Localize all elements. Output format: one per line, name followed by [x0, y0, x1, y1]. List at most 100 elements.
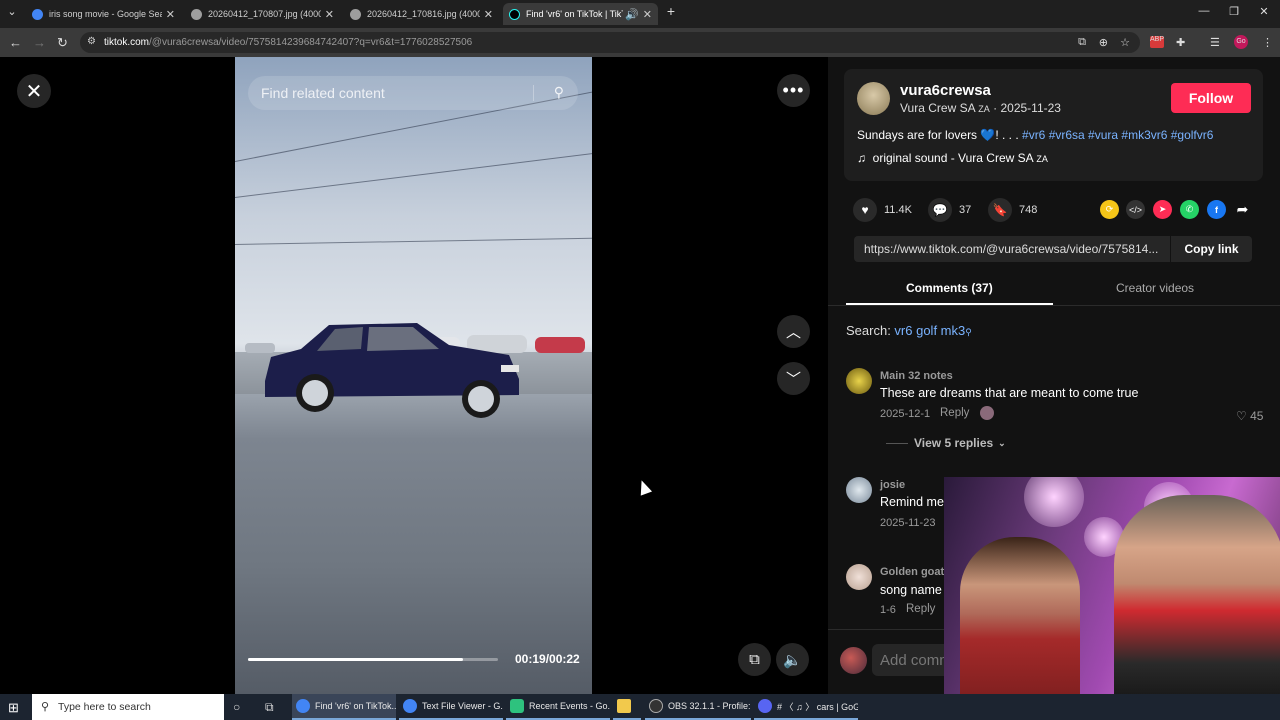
sound-link[interactable]: ♫ original sound - Vura Crew SA ZA: [857, 151, 1048, 165]
reading-list-icon[interactable]: ☰: [1210, 36, 1220, 49]
comment-avatar[interactable]: [846, 564, 872, 590]
reload-icon[interactable]: ↻: [57, 35, 68, 51]
address-host: tiktok.com: [104, 37, 150, 48]
cortana-icon[interactable]: ○: [233, 700, 240, 714]
address-path: /@vura6crewsa/video/7575814239684742407?…: [149, 37, 473, 48]
creator-avatar[interactable]: [857, 82, 890, 115]
browser-tab-google[interactable]: iris song movie - Google Search ✕: [26, 3, 181, 25]
bookmark-star-icon[interactable]: ☆: [1120, 36, 1130, 49]
comment-date: 2025-12-1: [880, 408, 931, 420]
reply-button[interactable]: Reply: [906, 603, 935, 615]
comment-bubble-icon: 💬: [928, 198, 952, 222]
site-info-icon[interactable]: ⚙: [87, 36, 96, 47]
share-url[interactable]: https://www.tiktok.com/@vura6crewsa/vide…: [864, 242, 1164, 256]
close-tab-icon[interactable]: ✕: [325, 8, 334, 21]
windows-start-icon[interactable]: ⊞: [8, 700, 19, 716]
creator-username[interactable]: vura6crewsa: [900, 82, 991, 99]
comment-author[interactable]: Golden goat: [880, 566, 944, 578]
comment-author[interactable]: Main 32 notes: [880, 370, 953, 382]
close-window-icon[interactable]: ✕: [1252, 5, 1276, 18]
facebook-icon[interactable]: f: [1207, 200, 1226, 219]
whatsapp-icon[interactable]: ✆: [1180, 200, 1199, 219]
comment-avatar[interactable]: [846, 477, 872, 503]
view-replies-label: View 5 replies: [914, 436, 994, 450]
find-related-search-input[interactable]: Find related content ⚲: [248, 76, 578, 110]
repost-icon[interactable]: ⟳: [1100, 200, 1119, 219]
tab-search-chevron-icon[interactable]: ⌄: [0, 5, 24, 18]
zoom-icon[interactable]: ⊕: [1099, 36, 1108, 49]
taskbar-app-chrome-text[interactable]: Text File Viewer - G...: [399, 694, 503, 720]
install-app-icon[interactable]: ⧉: [1078, 36, 1086, 49]
profile-avatar-icon[interactable]: Go: [1234, 35, 1248, 49]
taskbar-app-label: Recent Events - Go...: [529, 701, 610, 711]
tab-comments[interactable]: Comments (37): [906, 281, 993, 295]
tab-label: Find 'vr6' on TikTok | TikTok: [526, 9, 623, 19]
video-progress-bar[interactable]: [248, 658, 498, 661]
video-player[interactable]: Find related content ⚲ 00:19/00:22: [235, 57, 592, 694]
comment-count: 37: [959, 204, 972, 216]
kebab-menu-icon[interactable]: ⋮: [1262, 36, 1273, 49]
browser-tab-image-2[interactable]: 20260412_170816.jpg (4000×2 ✕: [344, 3, 499, 25]
taskbar-search-input[interactable]: ⚲ Type here to search: [32, 694, 224, 720]
close-tab-icon[interactable]: ✕: [643, 8, 652, 21]
close-tab-icon[interactable]: ✕: [166, 8, 175, 21]
close-video-button[interactable]: ✕: [17, 74, 51, 108]
comment-like-button[interactable]: ♡ 45: [1236, 409, 1263, 423]
search-suggestion[interactable]: Search: vr6 golf mk3⚲: [846, 323, 972, 338]
tab-label: 20260412_170807.jpg (4000×2: [208, 9, 321, 19]
previous-video-button[interactable]: ︿: [777, 315, 810, 348]
back-arrow-icon[interactable]: ←: [9, 35, 22, 50]
search-prefix: Search:: [846, 323, 895, 338]
search-query: vr6 golf mk3: [894, 323, 966, 338]
address-bar[interactable]: ⚙ tiktok.com/@vura6crewsa/video/75758142…: [80, 32, 1140, 53]
video-timecode: 00:19/00:22: [515, 652, 580, 666]
restore-icon[interactable]: ❐: [1222, 5, 1246, 18]
volume-button[interactable]: 🔈: [776, 643, 809, 676]
copy-link-button[interactable]: Copy link: [1170, 236, 1252, 262]
embed-icon[interactable]: </>: [1126, 200, 1145, 219]
divider: [886, 442, 908, 444]
taskbar-app-label: OBS 32.1.1 - Profile:...: [668, 701, 751, 711]
comment-author[interactable]: josie: [880, 479, 905, 491]
tab-creator-videos[interactable]: Creator videos: [1116, 281, 1194, 295]
send-icon[interactable]: ➤: [1153, 200, 1172, 219]
taskbar-app-obs[interactable]: OBS 32.1.1 - Profile:...: [645, 694, 751, 720]
comment-button[interactable]: 💬 37: [928, 198, 971, 222]
view-replies-button[interactable]: View 5 replies ⌄: [886, 436, 1006, 450]
task-view-icon[interactable]: ⧉: [265, 700, 274, 715]
chevron-down-icon: ﹀: [785, 371, 801, 388]
new-tab-plus-icon[interactable]: +: [659, 3, 683, 19]
comment-avatar[interactable]: [846, 368, 872, 394]
search-icon[interactable]: ⚲: [554, 84, 564, 101]
heart-outline-icon: ♡: [1236, 409, 1247, 423]
taskbar-app-explorer[interactable]: [613, 694, 641, 720]
browser-tab-image-1[interactable]: 20260412_170807.jpg (4000×2 ✕: [185, 3, 340, 25]
taskbar-app-recent-events[interactable]: Recent Events - Go...: [506, 694, 610, 720]
user-avatar: [840, 647, 867, 674]
next-video-button[interactable]: ﹀: [777, 362, 810, 395]
speaker-icon[interactable]: 🔊: [625, 8, 639, 21]
minimize-icon[interactable]: —: [1192, 5, 1216, 17]
comment-text: Remind me: [880, 495, 944, 509]
forward-arrow-icon[interactable]: →: [33, 35, 46, 50]
taskbar-app-chrome-tiktok[interactable]: Find 'vr6' on TikTok...: [292, 694, 396, 720]
taskbar-search-placeholder: Type here to search: [58, 701, 151, 713]
picture-in-picture-icon: ⧉: [749, 651, 760, 668]
close-tab-icon[interactable]: ✕: [484, 8, 493, 21]
follow-button[interactable]: Follow: [1171, 83, 1251, 113]
string-light: [1024, 477, 1084, 527]
caption-hashtags[interactable]: #vr6 #vr6sa #vura #mk3vr6 #golfvr6: [1022, 128, 1213, 142]
save-button[interactable]: 🔖 748: [988, 198, 1037, 222]
browser-tab-strip: ⌄ iris song movie - Google Search ✕ 2026…: [0, 0, 1280, 28]
taskbar-app-discord[interactable]: # 〈 ♫ 〉 cars | GoGi...: [754, 694, 858, 720]
like-button[interactable]: ♥ 11.4K: [853, 198, 912, 222]
more-options-button[interactable]: •••: [777, 74, 810, 107]
floating-player-button[interactable]: ⧉: [738, 643, 771, 676]
reply-button[interactable]: Reply: [940, 407, 969, 419]
search-icon: ⚲: [965, 327, 972, 337]
share-arrow-icon[interactable]: ➦: [1233, 200, 1252, 219]
browser-tab-tiktok[interactable]: Find 'vr6' on TikTok | TikTok 🔊 ✕: [503, 3, 658, 25]
post-info-card: vura6crewsa Vura Crew SA ZA · 2025-11-23…: [844, 69, 1263, 181]
adblock-extension-icon[interactable]: ABP: [1150, 36, 1164, 48]
extensions-puzzle-icon[interactable]: ✚: [1176, 36, 1185, 49]
